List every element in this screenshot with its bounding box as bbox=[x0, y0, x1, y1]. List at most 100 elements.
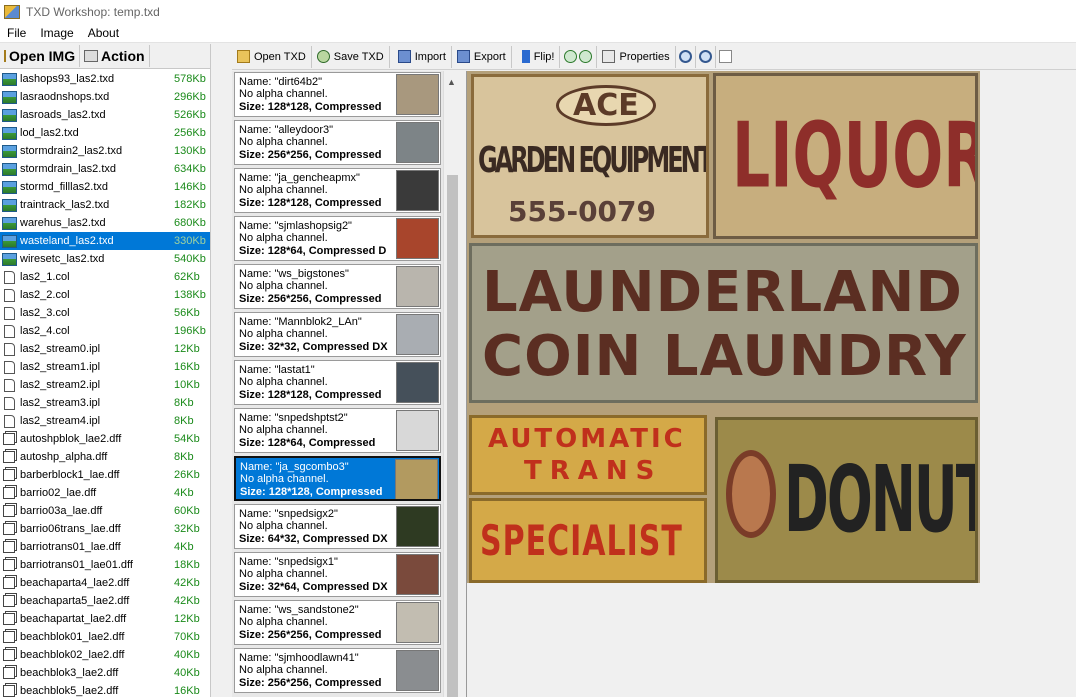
arrow-up-icon[interactable] bbox=[564, 50, 578, 63]
file-list-item[interactable]: las2_stream0.ipl 12Kb bbox=[0, 340, 210, 358]
document-icon bbox=[4, 288, 15, 302]
open-txd-button[interactable]: Open TXD bbox=[232, 45, 312, 68]
texture-item[interactable]: Name: "sjmhoodlawn41" No alpha channel. Si… bbox=[234, 648, 441, 693]
action-button[interactable]: Action bbox=[80, 45, 150, 67]
file-list-item[interactable]: lasraodnshops.txd 296Kb bbox=[0, 88, 210, 106]
file-name: beachblok3_lae2.dff bbox=[20, 667, 119, 679]
file-list-item[interactable]: wasteland_las2.txd 330Kb bbox=[0, 232, 210, 250]
texture-alpha: No alpha channel. bbox=[239, 88, 328, 100]
file-list-item[interactable]: beachaparta5_lae2.dff 42Kb bbox=[0, 592, 210, 610]
scroll-thumb[interactable] bbox=[447, 175, 458, 697]
file-size: 12Kb bbox=[174, 613, 200, 625]
texture-list[interactable]: Name: "dirt64b2" No alpha channel. Size: 1… bbox=[232, 71, 460, 697]
texture-item[interactable]: Name: "ws_bigstones" No alpha channel. Siz… bbox=[234, 264, 441, 309]
file-list-item[interactable]: las2_stream2.ipl 10Kb bbox=[0, 376, 210, 394]
file-list-item[interactable]: las2_1.col 62Kb bbox=[0, 268, 210, 286]
file-list-item[interactable]: barriotrans01_lae01.dff 18Kb bbox=[0, 556, 210, 574]
window-title: TXD Workshop: temp.txd bbox=[26, 5, 160, 19]
properties-button[interactable]: Properties bbox=[597, 45, 676, 68]
texture-name: Name: "ws_bigstones" bbox=[239, 268, 349, 280]
model-file-icon bbox=[3, 667, 15, 679]
file-name: las2_4.col bbox=[20, 325, 70, 337]
zoom-in-button[interactable] bbox=[676, 45, 696, 68]
texture-list-scrollbar[interactable]: ▲ bbox=[443, 71, 460, 697]
texture-name: Name: "Mannblok2_LAn" bbox=[239, 316, 362, 328]
file-name: beachblok01_lae2.dff bbox=[20, 631, 125, 643]
file-list-item[interactable]: barrio03a_lae.dff 60Kb bbox=[0, 502, 210, 520]
file-list-item[interactable]: las2_stream4.ipl 8Kb bbox=[0, 412, 210, 430]
texture-item[interactable]: Name: "snpedshptst2" No alpha channel. Siz… bbox=[234, 408, 441, 453]
file-list-item[interactable]: las2_2.col 138Kb bbox=[0, 286, 210, 304]
export-label: Export bbox=[473, 50, 506, 63]
file-size: 4Kb bbox=[174, 487, 194, 499]
file-size: 146Kb bbox=[174, 181, 206, 193]
file-list-item[interactable]: beachblok01_lae2.dff 70Kb bbox=[0, 628, 210, 646]
texture-item[interactable]: Name: "ws_sandstone2" No alpha channel. Si… bbox=[234, 600, 441, 645]
model-file-icon bbox=[3, 433, 15, 445]
file-list-item[interactable]: barriotrans01_lae.dff 4Kb bbox=[0, 538, 210, 556]
file-size: 12Kb bbox=[174, 343, 200, 355]
texture-alpha: No alpha channel. bbox=[239, 184, 328, 196]
file-list-item[interactable]: barberblock1_lae.dff 26Kb bbox=[0, 466, 210, 484]
file-list[interactable]: lashops93_las2.txd 578Kb lasraodnshops.txd… bbox=[0, 70, 210, 697]
open-img-button[interactable]: Open IMG bbox=[0, 45, 80, 67]
file-name: barberblock1_lae.dff bbox=[20, 469, 120, 481]
model-file-icon bbox=[3, 541, 15, 553]
file-list-item[interactable]: autoshpblok_lae2.dff 54Kb bbox=[0, 430, 210, 448]
file-list-item[interactable]: beachapartat_lae2.dff 12Kb bbox=[0, 610, 210, 628]
sign-garden-phone: 555-0079 bbox=[508, 195, 656, 228]
texture-thumbnail bbox=[395, 459, 438, 499]
file-list-item[interactable]: beachblok5_lae2.dff 16Kb bbox=[0, 682, 210, 697]
texture-item[interactable]: Name: "alleydoor3" No alpha channel. Size:… bbox=[234, 120, 441, 165]
import-label: Import bbox=[414, 50, 446, 63]
sign-coin-laundry-text: COIN LAUNDRY bbox=[482, 324, 967, 389]
export-button[interactable]: Export bbox=[452, 45, 512, 68]
texture-alpha: No alpha channel. bbox=[239, 280, 328, 292]
file-list-item[interactable]: las2_4.col 196Kb bbox=[0, 322, 210, 340]
file-list-item[interactable]: beachblok3_lae2.dff 40Kb bbox=[0, 664, 210, 682]
file-list-item[interactable]: las2_stream3.ipl 8Kb bbox=[0, 394, 210, 412]
arrow-down-circle-icon[interactable] bbox=[579, 50, 593, 63]
file-list-item[interactable]: beachaparta4_lae2.dff 42Kb bbox=[0, 574, 210, 592]
import-button[interactable]: Import bbox=[390, 45, 452, 68]
texture-item[interactable]: Name: "ja_gencheapmx" No alpha channel. Si… bbox=[234, 168, 441, 213]
txd-file-icon bbox=[2, 198, 17, 212]
file-list-item[interactable]: lashops93_las2.txd 578Kb bbox=[0, 70, 210, 88]
file-list-item[interactable]: stormd_filllas2.txd 146Kb bbox=[0, 178, 210, 196]
file-list-item[interactable]: traintrack_las2.txd 182Kb bbox=[0, 196, 210, 214]
file-list-item[interactable]: stormdrain_las2.txd 634Kb bbox=[0, 160, 210, 178]
flip-button[interactable]: Flip! bbox=[512, 45, 561, 68]
texture-item[interactable]: Name: "dirt64b2" No alpha channel. Size: 1… bbox=[234, 72, 441, 117]
texture-item[interactable]: Name: "snpedsigx2" No alpha channel. Size:… bbox=[234, 504, 441, 549]
file-list-item[interactable]: beachblok02_lae2.dff 40Kb bbox=[0, 646, 210, 664]
file-list-item[interactable]: barrio06trans_lae.dff 32Kb bbox=[0, 520, 210, 538]
file-list-item[interactable]: autoshp_alpha.dff 8Kb bbox=[0, 448, 210, 466]
zoom-out-button[interactable] bbox=[696, 45, 716, 68]
menu-about[interactable]: About bbox=[81, 26, 126, 40]
menu-file[interactable]: File bbox=[0, 26, 33, 40]
texture-item[interactable]: Name: "snpedsigx1" No alpha channel. Size:… bbox=[234, 552, 441, 597]
file-list-item[interactable]: wiresetc_las2.txd 540Kb bbox=[0, 250, 210, 268]
sign-garden-top: ACE bbox=[556, 85, 656, 126]
model-file-icon bbox=[3, 469, 15, 481]
file-list-item[interactable]: warehus_las2.txd 680Kb bbox=[0, 214, 210, 232]
file-list-item[interactable]: las2_3.col 56Kb bbox=[0, 304, 210, 322]
file-list-item[interactable]: lasroads_las2.txd 526Kb bbox=[0, 106, 210, 124]
file-list-item[interactable]: barrio02_lae.dff 4Kb bbox=[0, 484, 210, 502]
file-size: 296Kb bbox=[174, 91, 206, 103]
fit-button[interactable] bbox=[716, 46, 735, 68]
file-size: 256Kb bbox=[174, 127, 206, 139]
menu-image[interactable]: Image bbox=[33, 26, 80, 40]
texture-item[interactable]: Name: "sjmlashopsig2" No alpha channel. Si… bbox=[234, 216, 441, 261]
texture-item[interactable]: Name: "Mannblok2_LAn" No alpha channel. Si… bbox=[234, 312, 441, 357]
save-txd-button[interactable]: Save TXD bbox=[312, 45, 390, 68]
file-list-item[interactable]: stormdrain2_las2.txd 130Kb bbox=[0, 142, 210, 160]
sign-liquor: LIQUOR bbox=[713, 73, 978, 239]
texture-item[interactable]: Name: "ja_sgcombo3" No alpha channel. Size… bbox=[234, 456, 441, 501]
texture-item[interactable]: Name: "lastat1" No alpha channel. Size: 12… bbox=[234, 360, 441, 405]
sign-automatic-trans: AUTOMATIC TRANS bbox=[469, 415, 707, 495]
file-name: wiresetc_las2.txd bbox=[20, 253, 105, 265]
scroll-up-icon[interactable]: ▲ bbox=[447, 77, 456, 87]
file-list-item[interactable]: lod_las2.txd 256Kb bbox=[0, 124, 210, 142]
file-list-item[interactable]: las2_stream1.ipl 16Kb bbox=[0, 358, 210, 376]
